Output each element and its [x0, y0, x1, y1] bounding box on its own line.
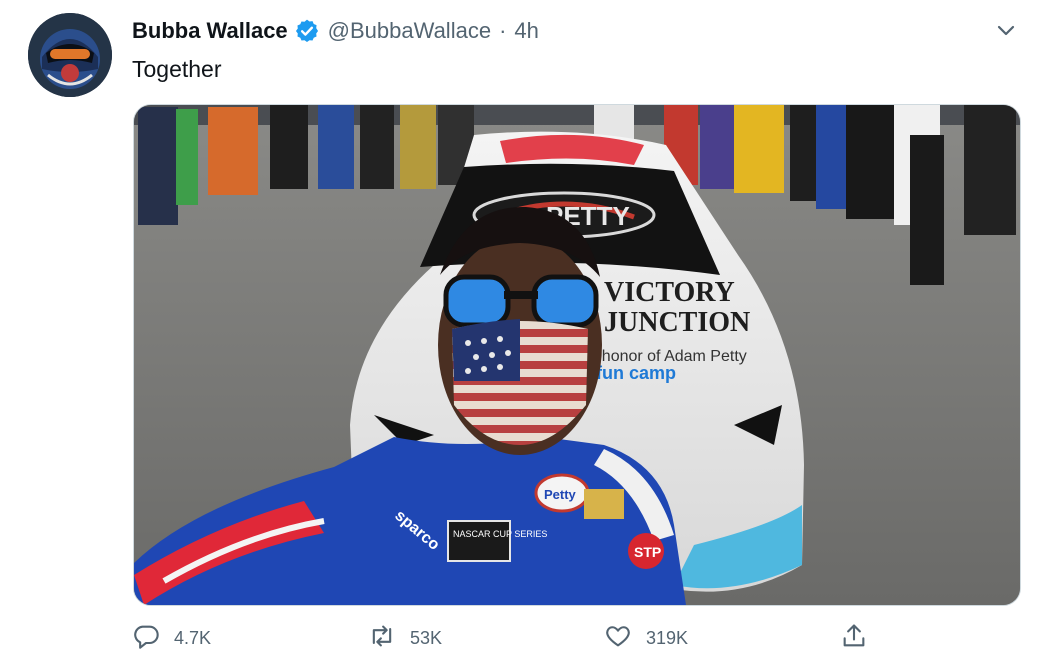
- tweet-text: Together: [132, 56, 222, 82]
- suit-patch-petty: Petty: [544, 487, 577, 502]
- reply-icon: [132, 622, 160, 655]
- header-separator: ·: [499, 18, 507, 43]
- author-name[interactable]: Bubba Wallace: [132, 18, 288, 44]
- like-count: 319K: [646, 627, 689, 648]
- tweet-photo[interactable]: PETTY VICTORY JUNCTION In honor of Adam …: [133, 104, 1021, 606]
- car-hood-line-2: JUNCTION: [604, 307, 750, 338]
- retweet-count: 53K: [410, 627, 443, 648]
- tweet-action-bar: 4.7K 53K 319K: [132, 620, 1022, 656]
- suit-patch-stp: STP: [634, 544, 661, 560]
- car-hood-line-1: VICTORY: [604, 277, 735, 308]
- verified-badge-icon: [294, 18, 320, 44]
- author-handle[interactable]: @BubbaWallace: [328, 18, 491, 44]
- reply-count: 4.7K: [174, 627, 212, 648]
- share-icon: [840, 622, 868, 655]
- tweet-timestamp[interactable]: 4h: [514, 18, 538, 44]
- avatar-helmet-image: [28, 13, 112, 97]
- share-button[interactable]: [840, 620, 868, 656]
- suit-patch-nascar: NASCAR CUP SERIES: [453, 529, 547, 539]
- tweet-header: Bubba Wallace @BubbaWallace · 4h: [132, 16, 539, 46]
- heart-icon: [604, 622, 632, 655]
- author-avatar[interactable]: [28, 13, 112, 97]
- retweet-button[interactable]: 53K: [368, 620, 442, 656]
- chevron-down-icon[interactable]: [994, 18, 1018, 42]
- tweet-card[interactable]: Bubba Wallace @BubbaWallace · 4h Togethe…: [0, 0, 1050, 657]
- retweet-icon: [368, 622, 396, 655]
- car-hood-line-4: fun camp: [596, 363, 676, 383]
- selfie-race-car-image: PETTY VICTORY JUNCTION In honor of Adam …: [134, 105, 1020, 605]
- like-button[interactable]: 319K: [604, 620, 688, 656]
- reply-button[interactable]: 4.7K: [132, 620, 211, 656]
